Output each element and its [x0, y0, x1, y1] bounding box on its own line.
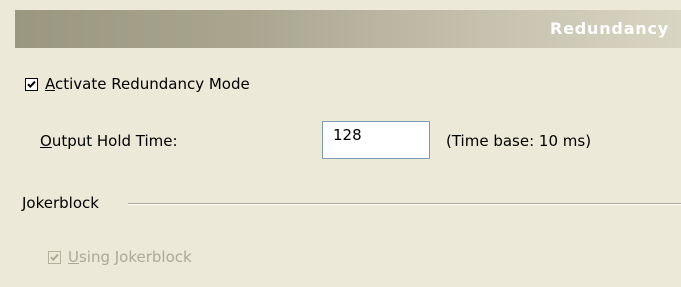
- checkmark-icon: [50, 253, 59, 261]
- redundancy-settings-panel: Redundancy Activate Redundancy Mode Outp…: [0, 0, 681, 287]
- jokerblock-group-label: Jokerblock: [22, 194, 99, 212]
- jokerblock-group-divider: [128, 203, 681, 205]
- output-hold-time-input[interactable]: [322, 121, 430, 159]
- section-header-bar: Redundancy: [15, 10, 681, 48]
- activate-redundancy-mode-label-text: ctivate Redundancy Mode: [55, 75, 250, 93]
- activate-redundancy-mode-checkbox-row[interactable]: Activate Redundancy Mode: [25, 75, 250, 93]
- using-jokerblock-label-text: sing Jokerblock: [78, 248, 192, 266]
- activate-redundancy-mode-label: Activate Redundancy Mode: [45, 75, 250, 93]
- using-jokerblock-hotkey: U: [68, 248, 79, 266]
- checkmark-icon: [27, 80, 36, 88]
- activate-redundancy-mode-checkbox[interactable]: [25, 77, 38, 91]
- output-hold-time-label: Output Hold Time:: [40, 132, 178, 150]
- output-hold-time-hotkey: O: [40, 132, 52, 150]
- time-base-note: (Time base: 10 ms): [446, 132, 592, 150]
- output-hold-time-label-text: utput Hold Time:: [51, 132, 178, 150]
- using-jokerblock-label: Using Jokerblock: [68, 248, 192, 266]
- using-jokerblock-checkbox[interactable]: [48, 250, 61, 264]
- activate-redundancy-mode-hotkey: A: [45, 75, 55, 93]
- section-header-title: Redundancy: [550, 19, 669, 38]
- using-jokerblock-checkbox-row[interactable]: Using Jokerblock: [48, 248, 192, 266]
